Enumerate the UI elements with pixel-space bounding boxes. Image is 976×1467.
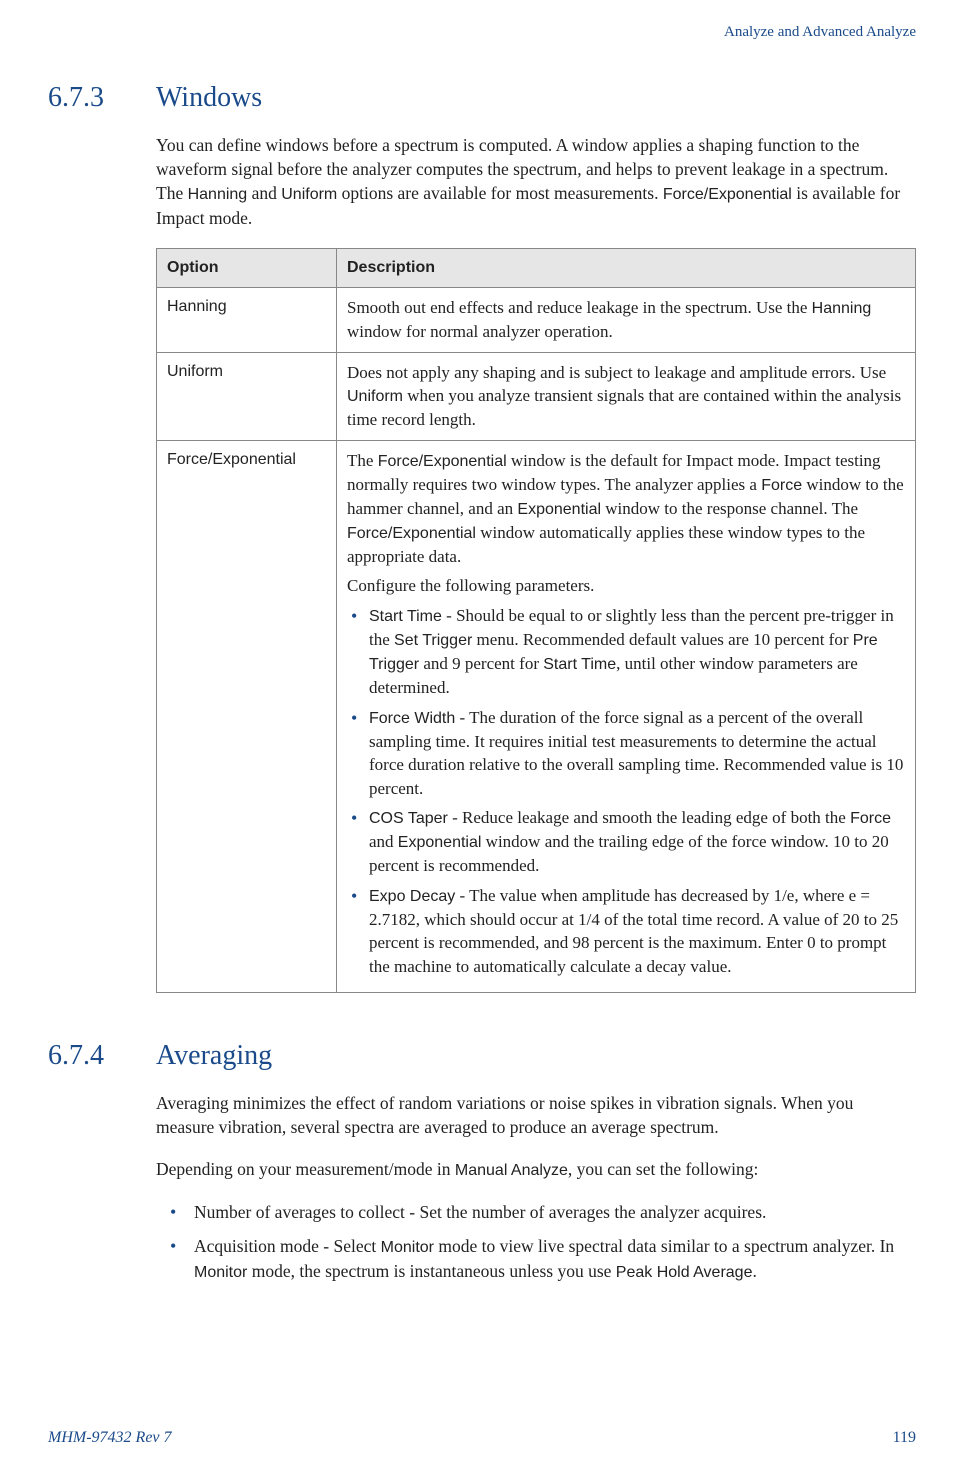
text: window for normal analyzer operation.: [347, 322, 613, 341]
ui-hanning: Hanning: [812, 300, 872, 317]
desc-hanning: Smooth out end effects and reduce leakag…: [337, 288, 916, 353]
ui-exponential: Exponential: [517, 501, 601, 518]
list-item: Acquisition mode - Select Monitor mode t…: [194, 1234, 916, 1284]
text: The: [347, 451, 378, 470]
section-title-averaging: Averaging: [156, 1039, 916, 1073]
ui-force: Force: [761, 477, 802, 494]
ui-force-exponential: Force/Exponential: [347, 525, 476, 542]
param-start-time: Start Time: [369, 608, 442, 625]
fe-param-list: Start Time - Should be equal to or sligh…: [347, 604, 905, 978]
ui-force-exponential: Force/Exponential: [378, 453, 507, 470]
table-row: Hanning Smooth out end effects and reduc…: [157, 288, 916, 353]
ui-start-time: Start Time: [543, 656, 616, 673]
param-force-width: Force Width: [369, 710, 455, 727]
section-averaging: 6.7.4 Averaging Averaging minimizes the …: [48, 1039, 916, 1294]
list-item: Expo Decay - The value when amplitude ha…: [369, 884, 905, 978]
section-title-windows: Windows: [156, 81, 916, 115]
page-number: 119: [893, 1429, 916, 1447]
option-hanning: Hanning: [157, 288, 337, 353]
text: and: [369, 832, 398, 851]
text: .: [752, 1261, 756, 1281]
ui-uniform: Uniform: [347, 388, 403, 405]
col-description: Description: [337, 249, 916, 288]
desc-force-exponential: The Force/Exponential window is the defa…: [337, 440, 916, 992]
text: Acquisition mode - Select: [194, 1236, 381, 1256]
text: Does not apply any shaping and is subjec…: [347, 363, 886, 382]
page-footer: MHM-97432 Rev 7 119: [48, 1429, 916, 1447]
section-windows: 6.7.3 Windows You can define windows bef…: [48, 81, 916, 1021]
text: - Reduce leakage and smooth the leading …: [448, 808, 850, 827]
param-expo-decay: Expo Decay: [369, 888, 455, 905]
text: menu. Recommended default values are 10 …: [472, 630, 852, 649]
list-item: Start Time - Should be equal to or sligh…: [369, 604, 905, 700]
ui-uniform: Uniform: [281, 186, 337, 203]
ui-hanning: Hanning: [188, 186, 248, 203]
text: and 9 percent for: [419, 654, 543, 673]
windows-intro: You can define windows before a spectrum…: [156, 133, 916, 231]
ui-monitor: Monitor: [194, 1264, 247, 1281]
ui-monitor: Monitor: [381, 1239, 434, 1256]
ui-set-trigger: Set Trigger: [394, 632, 472, 649]
running-header: Analyze and Advanced Analyze: [48, 24, 916, 41]
ui-exponential: Exponential: [398, 834, 482, 851]
option-uniform: Uniform: [157, 352, 337, 440]
ui-force: Force: [850, 810, 891, 827]
list-item: COS Taper - Reduce leakage and smooth th…: [369, 806, 905, 878]
text: Depending on your measurement/mode in: [156, 1159, 455, 1179]
option-force-exponential: Force/Exponential: [157, 440, 337, 992]
text: Number of averages to collect - Set the …: [194, 1202, 766, 1222]
fe-configure: Configure the following parameters.: [347, 574, 905, 597]
text: window to the response channel. The: [601, 499, 858, 518]
table-row: Force/Exponential The Force/Exponential …: [157, 440, 916, 992]
section-number-673: 6.7.3: [48, 81, 156, 1021]
ui-force-exponential: Force/Exponential: [663, 186, 792, 203]
param-cos-taper: COS Taper: [369, 810, 448, 827]
text: , you can set the following:: [568, 1159, 759, 1179]
text: mode to view live spectral data similar …: [434, 1236, 894, 1256]
doc-id: MHM-97432 Rev 7: [48, 1429, 172, 1447]
table-header-row: Option Description: [157, 249, 916, 288]
windows-option-table: Option Description Hanning Smooth out en…: [156, 248, 916, 993]
ui-manual-analyze: Manual Analyze: [455, 1162, 568, 1179]
text: Smooth out end effects and reduce leakag…: [347, 298, 812, 317]
col-option: Option: [157, 249, 337, 288]
text: mode, the spectrum is instantaneous unle…: [247, 1261, 615, 1281]
averaging-p2: Depending on your measurement/mode in Ma…: [156, 1157, 916, 1182]
table-row: Uniform Does not apply any shaping and i…: [157, 352, 916, 440]
averaging-bullets: Number of averages to collect - Set the …: [156, 1200, 916, 1284]
desc-uniform: Does not apply any shaping and is subjec…: [337, 352, 916, 440]
averaging-p1: Averaging minimizes the effect of random…: [156, 1091, 916, 1139]
section-number-674: 6.7.4: [48, 1039, 156, 1294]
ui-peak-hold-average: Peak Hold Average: [616, 1264, 753, 1281]
text: options are available for most measureme…: [337, 183, 663, 203]
list-item: Force Width - The duration of the force …: [369, 706, 905, 800]
list-item: Number of averages to collect - Set the …: [194, 1200, 916, 1224]
text: when you analyze transient signals that …: [347, 386, 901, 429]
text: and: [247, 183, 281, 203]
